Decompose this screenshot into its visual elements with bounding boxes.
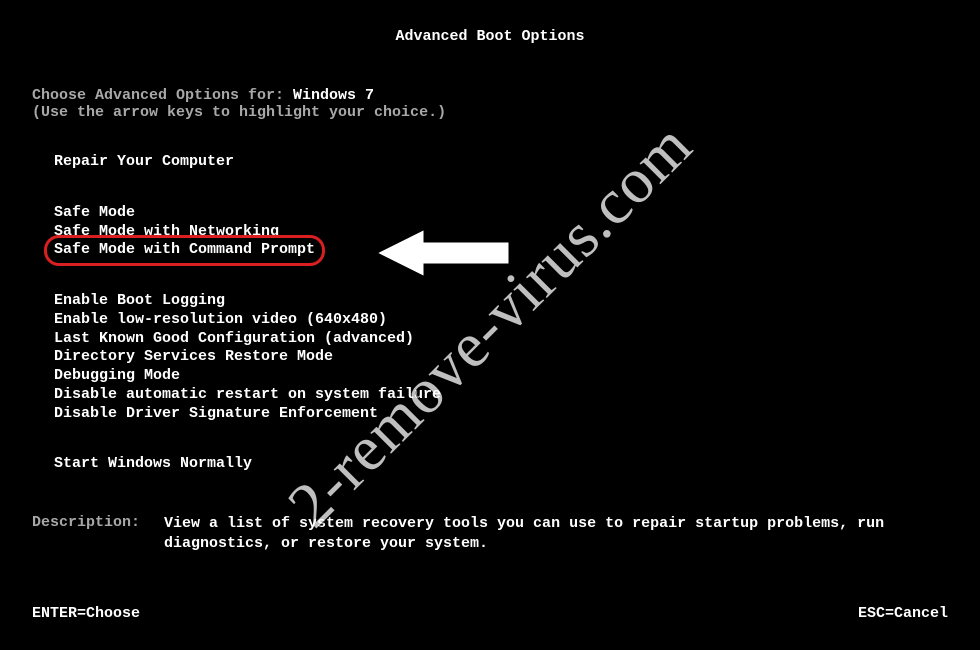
menu-start-windows-normally[interactable]: Start Windows Normally <box>54 455 252 474</box>
menu-enable-boot-logging[interactable]: Enable Boot Logging <box>54 292 225 311</box>
description-text: View a list of system recovery tools you… <box>164 514 948 555</box>
menu-safe-mode-command-prompt[interactable]: Safe Mode with Command Prompt <box>54 241 315 260</box>
instruction-line: Choose Advanced Options for: Windows 7 <box>32 87 948 104</box>
menu-repair-computer[interactable]: Repair Your Computer <box>54 153 234 172</box>
menu-safe-mode-networking[interactable]: Safe Mode with Networking <box>54 223 279 242</box>
menu-debugging-mode[interactable]: Debugging Mode <box>54 367 180 386</box>
description-label: Description: <box>32 514 164 555</box>
menu-directory-services-restore[interactable]: Directory Services Restore Mode <box>54 348 333 367</box>
instruction-os: Windows 7 <box>293 87 374 104</box>
instruction-hint: (Use the arrow keys to highlight your ch… <box>32 104 948 121</box>
menu-safe-mode[interactable]: Safe Mode <box>54 204 135 223</box>
page-title: Advanced Boot Options <box>32 28 948 45</box>
menu-last-known-good-config[interactable]: Last Known Good Configuration (advanced) <box>54 330 414 349</box>
menu-enable-low-res-video[interactable]: Enable low-resolution video (640x480) <box>54 311 387 330</box>
menu-disable-auto-restart[interactable]: Disable automatic restart on system fail… <box>54 386 441 405</box>
instruction-label: Choose Advanced Options for: <box>32 87 293 104</box>
footer-enter: ENTER=Choose <box>32 605 140 622</box>
footer-esc: ESC=Cancel <box>858 605 948 622</box>
menu-disable-driver-sig[interactable]: Disable Driver Signature Enforcement <box>54 405 378 424</box>
footer-bar: ENTER=Choose ESC=Cancel <box>32 605 948 622</box>
